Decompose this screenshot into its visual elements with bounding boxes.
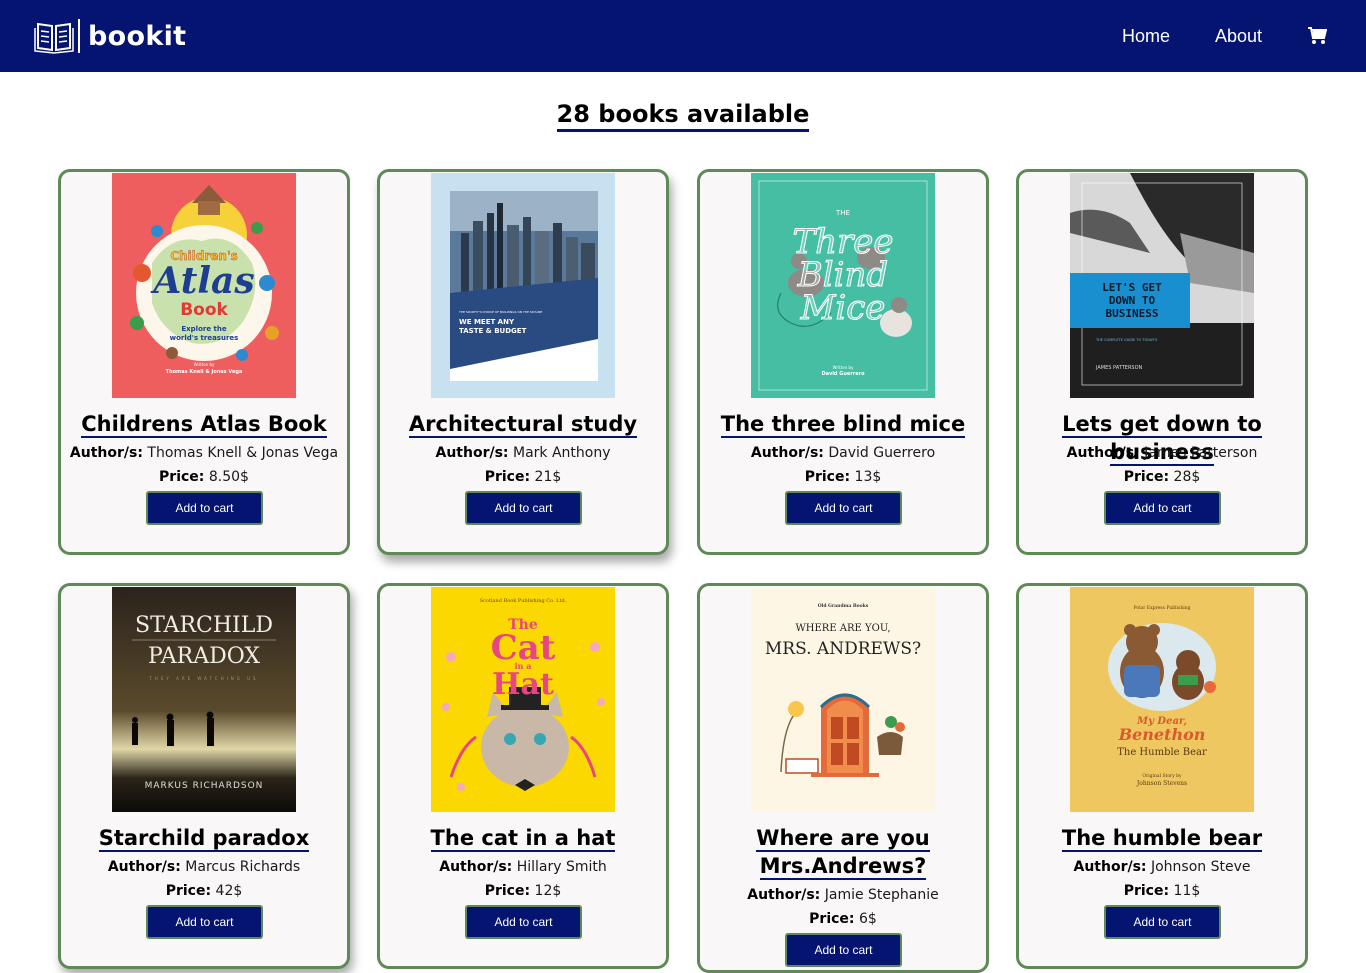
nav-about-link[interactable]: About [1215, 26, 1262, 47]
book-authors: Author/s: Hillary Smith [439, 859, 607, 875]
cover-text: Written by [833, 365, 854, 370]
book-title[interactable]: The cat in a hat [380, 824, 666, 852]
book-cover[interactable]: THE Three Blind Mice Written by David Gu… [751, 173, 935, 398]
cover-text: THE [835, 209, 850, 217]
cover-text: TASTE & BUDGET [459, 327, 527, 335]
book-card: Scotland Book Publishing Co. Ltd. The Ca… [377, 583, 669, 969]
brand-logo[interactable]: bookit [34, 18, 186, 54]
book-title[interactable]: Where are you Mrs.Andrews? [700, 824, 986, 880]
cover-text: Old Grandma Books [818, 603, 869, 609]
cover-text: BUSINESS [1106, 307, 1159, 320]
book-card: Old Grandma Books WHERE ARE YOU, MRS. AN… [697, 583, 989, 973]
add-to-cart-button[interactable]: Add to cart [1104, 491, 1221, 525]
cover-text: WHERE ARE YOU, [795, 623, 890, 634]
book-card: LET'S GET DOWN TO BUSINESS THE COMPLETE … [1016, 169, 1308, 555]
book-cover[interactable]: Children's Atlas Book Explore the world'… [112, 173, 296, 398]
cover-text: LET'S GET [1102, 281, 1162, 294]
cover-text: MARKUS RICHARDSON [145, 781, 264, 791]
book-authors: Author/s: Jamie Stephanie [747, 887, 939, 903]
book-card: STARCHILD PARADOX THEY ARE WATCHING US M… [58, 583, 350, 969]
book-card: THE Three Blind Mice Written by David Gu… [697, 169, 989, 555]
book-cover[interactable]: LET'S GET DOWN TO BUSINESS THE COMPLETE … [1070, 173, 1254, 398]
page-heading: 28 books available [0, 100, 1366, 132]
book-card: Polar Express Publishing My Dear, Beneth… [1016, 583, 1308, 969]
cover-text: world's treasures [170, 334, 239, 342]
nav-home-link[interactable]: Home [1122, 26, 1170, 47]
book-price: Price: 11$ [1123, 883, 1201, 899]
book-authors: Author/s: Mark Anthony [435, 445, 611, 461]
cover-text: The Humble Bear [1117, 747, 1207, 758]
add-to-cart-button[interactable]: Add to cart [785, 933, 902, 967]
book-price: Price: 13$ [804, 469, 882, 485]
book-authors: Author/s: Marcus Richards [107, 859, 301, 875]
cover-text: Explore the [181, 325, 226, 333]
book-title[interactable]: Starchild paradox [61, 824, 347, 852]
book-title[interactable]: The three blind mice [700, 410, 986, 438]
add-to-cart-button[interactable]: Add to cart [465, 491, 582, 525]
cover-text: Mice [800, 288, 886, 328]
add-to-cart-button[interactable]: Add to cart [785, 491, 902, 525]
book-title[interactable]: Architectural study [380, 410, 666, 438]
cover-text: Hat [492, 667, 554, 702]
cover-text: Book [180, 300, 228, 320]
book-price: Price: 6$ [809, 911, 877, 927]
cover-text: Johnson Stevens [1136, 780, 1187, 787]
book-card: THE SOCIETY'S CHOICE OF BUILDINGS ON THE… [377, 169, 669, 555]
cover-text: THEY ARE WATCHING US [148, 676, 258, 681]
brand-name: bookit [88, 20, 187, 52]
book-price: Price: 12$ [484, 883, 562, 899]
book-authors: Author/s: Johnson Steve [1073, 859, 1251, 875]
book-authors: Author/s: Thomas Knell & Jonas Vega [69, 445, 339, 461]
cover-text: Benethon [1118, 725, 1206, 744]
book-cover[interactable]: Polar Express Publishing My Dear, Beneth… [1070, 587, 1254, 812]
book-cover[interactable]: STARCHILD PARADOX THEY ARE WATCHING US M… [112, 587, 296, 812]
logo-divider [78, 19, 80, 53]
open-book-icon [34, 22, 74, 54]
add-to-cart-button[interactable]: Add to cart [1104, 905, 1221, 939]
book-cover[interactable]: THE SOCIETY'S CHOICE OF BUILDINGS ON THE… [431, 173, 615, 398]
cover-text: JAMES PATTERSON [1095, 365, 1143, 371]
book-cover[interactable]: Old Grandma Books WHERE ARE YOU, MRS. AN… [751, 587, 935, 812]
book-title[interactable]: The humble bear [1019, 824, 1305, 852]
navbar: bookit Home About [0, 0, 1366, 72]
book-card: Children's Atlas Book Explore the world'… [58, 169, 350, 555]
books-available-title: 28 books available [556, 100, 810, 132]
cover-text: Scotland Book Publishing Co. Ltd. [480, 598, 567, 604]
cover-text: Atlas [150, 260, 254, 302]
cover-text: PARADOX [148, 644, 260, 669]
cover-text: WE MEET ANY [459, 318, 515, 326]
book-authors: Author/s: James Patterson [1066, 445, 1258, 461]
book-price: Price: 28$ [1123, 469, 1201, 485]
cover-text: DOWN TO [1109, 294, 1156, 307]
add-to-cart-button[interactable]: Add to cart [465, 905, 582, 939]
add-to-cart-button[interactable]: Add to cart [146, 905, 263, 939]
cover-text: THE COMPLETE GUIDE TO TODAY'S [1095, 338, 1158, 342]
cover-text: Polar Express Publishing [1134, 605, 1191, 611]
cover-text: Original Story by [1142, 773, 1182, 779]
book-price: Price: 21$ [484, 469, 562, 485]
book-price: Price: 42$ [165, 883, 243, 899]
cover-text: MRS. ANDREWS? [765, 639, 921, 659]
cover-text: THE SOCIETY'S CHOICE OF BUILDINGS ON THE… [458, 310, 542, 314]
book-title[interactable]: Childrens Atlas Book [61, 410, 347, 438]
cover-text: David Guerrero [821, 371, 865, 377]
book-price: Price: 8.50$ [159, 469, 249, 485]
book-cover[interactable]: Scotland Book Publishing Co. Ltd. The Ca… [431, 587, 615, 812]
book-authors: Author/s: David Guerrero [750, 445, 936, 461]
add-to-cart-button[interactable]: Add to cart [146, 491, 263, 525]
shopping-cart-icon[interactable] [1308, 27, 1327, 45]
cover-text: STARCHILD [135, 613, 273, 638]
cover-text: Thomas Knell & Jonas Vega [166, 369, 243, 375]
cover-text: Written by [194, 362, 215, 367]
